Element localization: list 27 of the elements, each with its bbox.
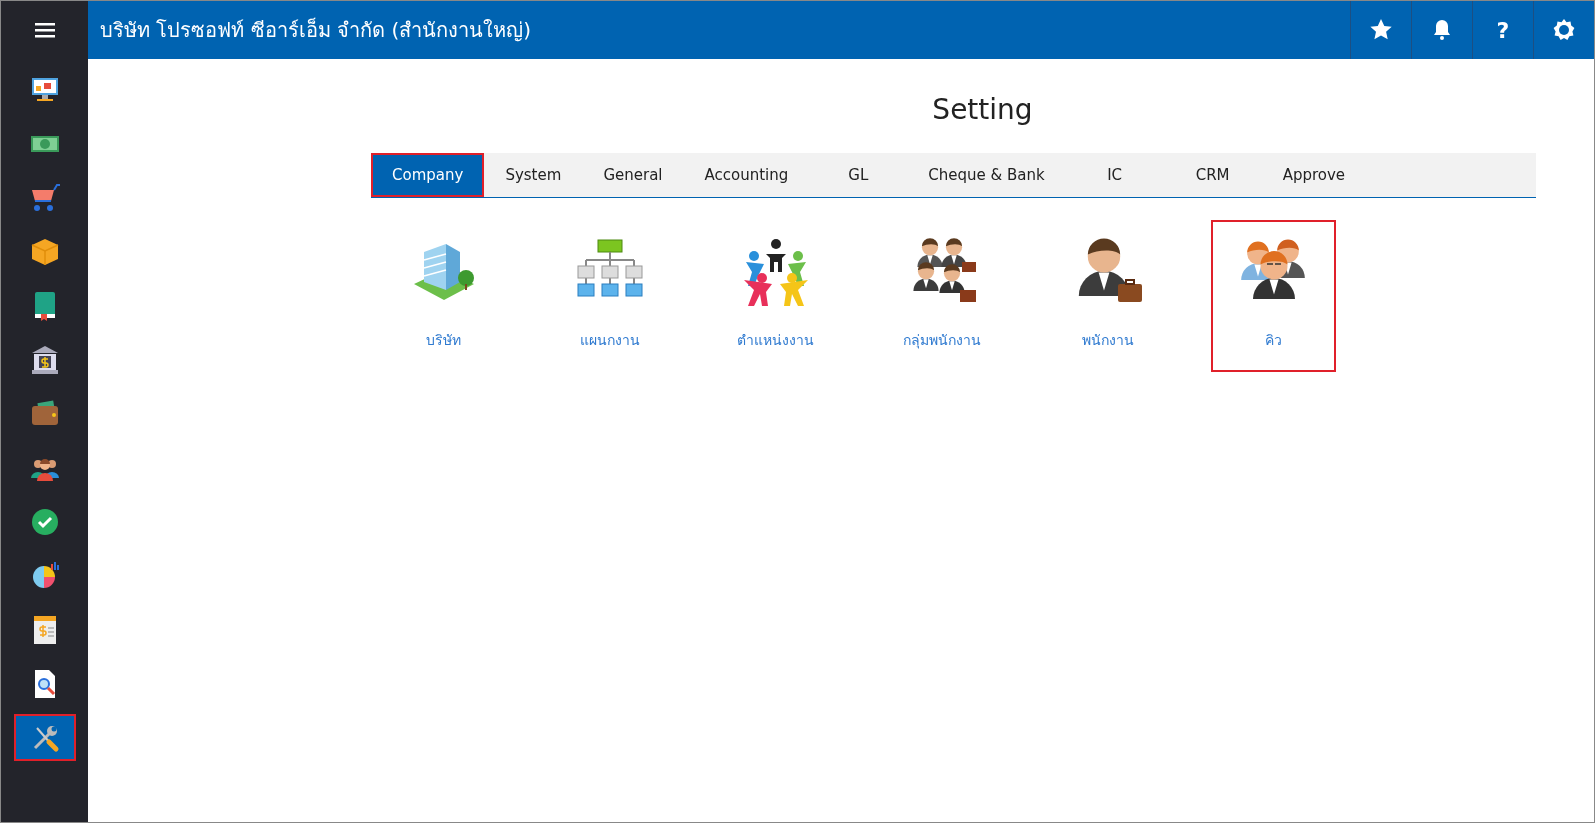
tab[interactable]: Approve [1261, 153, 1367, 197]
setting-tile[interactable]: แผนกงาน [547, 220, 672, 372]
tab[interactable]: IC [1065, 153, 1164, 197]
tab[interactable]: GL [809, 153, 908, 197]
setting-tile[interactable]: พนักงาน [1045, 220, 1170, 372]
tab[interactable]: Cheque & Bank [907, 153, 1066, 197]
star-icon [1369, 18, 1393, 42]
tile-label: คิว [1265, 331, 1282, 350]
setting-tile[interactable]: ตำแหน่งงาน [713, 220, 838, 372]
tab[interactable]: Company [371, 153, 485, 197]
app-title: บริษัท โปรซอฟท์ ซีอาร์เอ็ม จำกัด (สำนักงานใหญ่) [99, 16, 533, 44]
setting-tile[interactable]: บริษัท [381, 220, 506, 372]
tab[interactable]: Accounting [683, 153, 810, 197]
tab[interactable]: CRM [1163, 153, 1262, 197]
tile-label: แผนกงาน [579, 331, 640, 350]
setting-tile[interactable]: คิว [1211, 220, 1336, 372]
tab[interactable]: System [484, 153, 583, 197]
tab[interactable]: General [582, 153, 684, 197]
setting-tile[interactable]: กลุ่มพนักงาน [879, 220, 1004, 372]
page-title: Setting [931, 92, 1034, 128]
tile-label: บริษัท [426, 331, 461, 350]
gear-icon [1552, 18, 1576, 42]
tile-label: ตำแหน่งงาน [737, 331, 814, 350]
help-button[interactable]: ? [1472, 1, 1533, 59]
menu-icon [34, 22, 55, 38]
tile-label: กลุ่มพนักงาน [902, 331, 981, 351]
tile-label: พนักงาน [1081, 331, 1134, 350]
